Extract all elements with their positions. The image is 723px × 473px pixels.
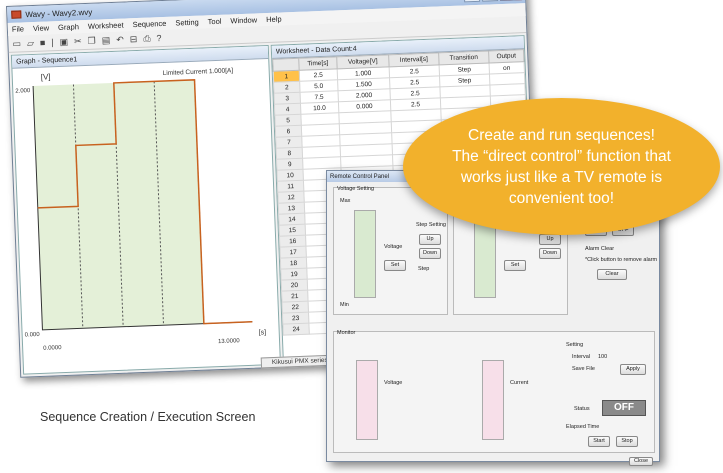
print-icon[interactable]: ⎙ [143,33,151,44]
monitor-group: Monitor Voltage Current Setting Interval… [333,330,655,453]
interval-label: Interval [572,354,591,360]
paste-icon[interactable]: ▤ [102,35,111,46]
bubble-line-3: works just like a TV remote is [460,168,663,186]
sequence-chart: [V] Limited Current 1.000[A] 2.000 0.000… [15,67,267,352]
y-tick-bottom: 0.000 [25,332,41,339]
window-controls: – □ ✕ [463,0,525,3]
graph-pane: Graph - Sequence1 [V] Limited Current 1.… [10,44,281,375]
new-icon[interactable]: ▭ [12,38,21,49]
min-label: Min [340,302,349,308]
output-on-region [33,79,204,330]
setting-label: Setting [566,342,584,348]
clear-button[interactable]: Clear [597,269,627,280]
row-number[interactable]: 24 [282,323,310,336]
monitor-label: Monitor [337,330,356,336]
voltage-monitor-bar [356,360,378,440]
voltage-slider[interactable] [354,210,376,298]
up-button[interactable]: Up [419,234,441,245]
current-checkbox[interactable]: Current [510,380,528,386]
menu-setting[interactable]: Setting [175,18,199,28]
x-axis-label: [s] [259,329,267,336]
interval-value[interactable]: 100 [598,354,607,360]
voltage-label: Voltage [384,244,403,250]
start-button[interactable]: Start [588,436,610,447]
alarm-clear-label: Alarm Clear [585,246,615,252]
window-title: Wavy - Wavy2.wvy [25,7,93,19]
current-up-button[interactable]: Up [539,234,561,245]
undo-icon[interactable]: ↶ [116,34,124,45]
max-label: Max [340,198,351,204]
down-button[interactable]: Down [419,248,441,259]
menu-help[interactable]: Help [266,14,282,24]
y-axis-label: [V] [41,72,51,81]
voltage-checkbox[interactable]: Voltage [384,380,402,386]
menu-sequence[interactable]: Sequence [132,19,166,29]
step-label: Step [418,266,430,272]
save-file-checkbox[interactable]: Save File [572,366,595,372]
x-tick-right: 13.0000 [218,338,241,345]
select-icon[interactable]: ▣ [59,36,68,47]
copy-icon[interactable]: ❐ [87,35,95,46]
ruler-icon[interactable]: ⊟ [130,33,138,44]
minimize-icon[interactable]: – [463,0,481,3]
limited-current-label: Limited Current 1.000[A] [163,67,234,77]
callout-bubble: Create and run sequences! The “direct co… [403,98,720,235]
separator: | [51,37,54,48]
menu-tool[interactable]: Tool [208,17,222,27]
voltage-setting-label: Voltage Setting [337,186,375,192]
menu-worksheet[interactable]: Worksheet [88,21,124,31]
status-value: OFF [602,400,646,416]
column-header[interactable] [272,58,300,72]
cut-icon[interactable]: ✂ [74,36,82,47]
menu-graph[interactable]: Graph [58,22,79,32]
worksheet-title: Worksheet - Data Count:4 [275,45,357,56]
elapsed-time-label: Elapsed Time [566,424,600,430]
stop-button[interactable]: Stop [616,436,638,447]
close-icon[interactable]: ✕ [499,0,523,2]
app-icon [11,10,22,19]
menu-view[interactable]: View [33,23,49,33]
step-setting-label: Step Setting [416,222,446,228]
save-icon[interactable]: ■ [40,38,46,48]
bubble-line-2: The “direct control” function that [452,147,671,165]
graph-title: Graph - Sequence1 [16,55,78,66]
current-down-button[interactable]: Down [539,248,561,259]
x-tick-left: 0.0000 [43,345,62,352]
apply-button[interactable]: Apply [620,364,646,375]
help-icon[interactable]: ? [156,33,161,43]
menu-file[interactable]: File [12,24,24,33]
caption: Sequence Creation / Execution Screen [40,410,256,424]
y-tick-top: 2.000 [15,88,31,95]
set-button[interactable]: Set [384,260,406,271]
current-monitor-bar [482,360,504,440]
open-icon[interactable]: ▱ [27,37,34,48]
close-button[interactable]: Close [629,457,653,466]
alarm-note: *Click button to remove alarm [585,257,658,263]
current-set-button[interactable]: Set [504,260,526,271]
menu-window[interactable]: Window [230,15,257,25]
bubble-line-4: convenient too! [508,189,615,207]
maximize-icon[interactable]: □ [481,0,499,2]
voltage-setting-group: Voltage Setting Max Min Voltage Set Step… [333,186,448,315]
status-label: Status [574,406,590,412]
bubble-line-1: Create and run sequences! [468,126,655,144]
